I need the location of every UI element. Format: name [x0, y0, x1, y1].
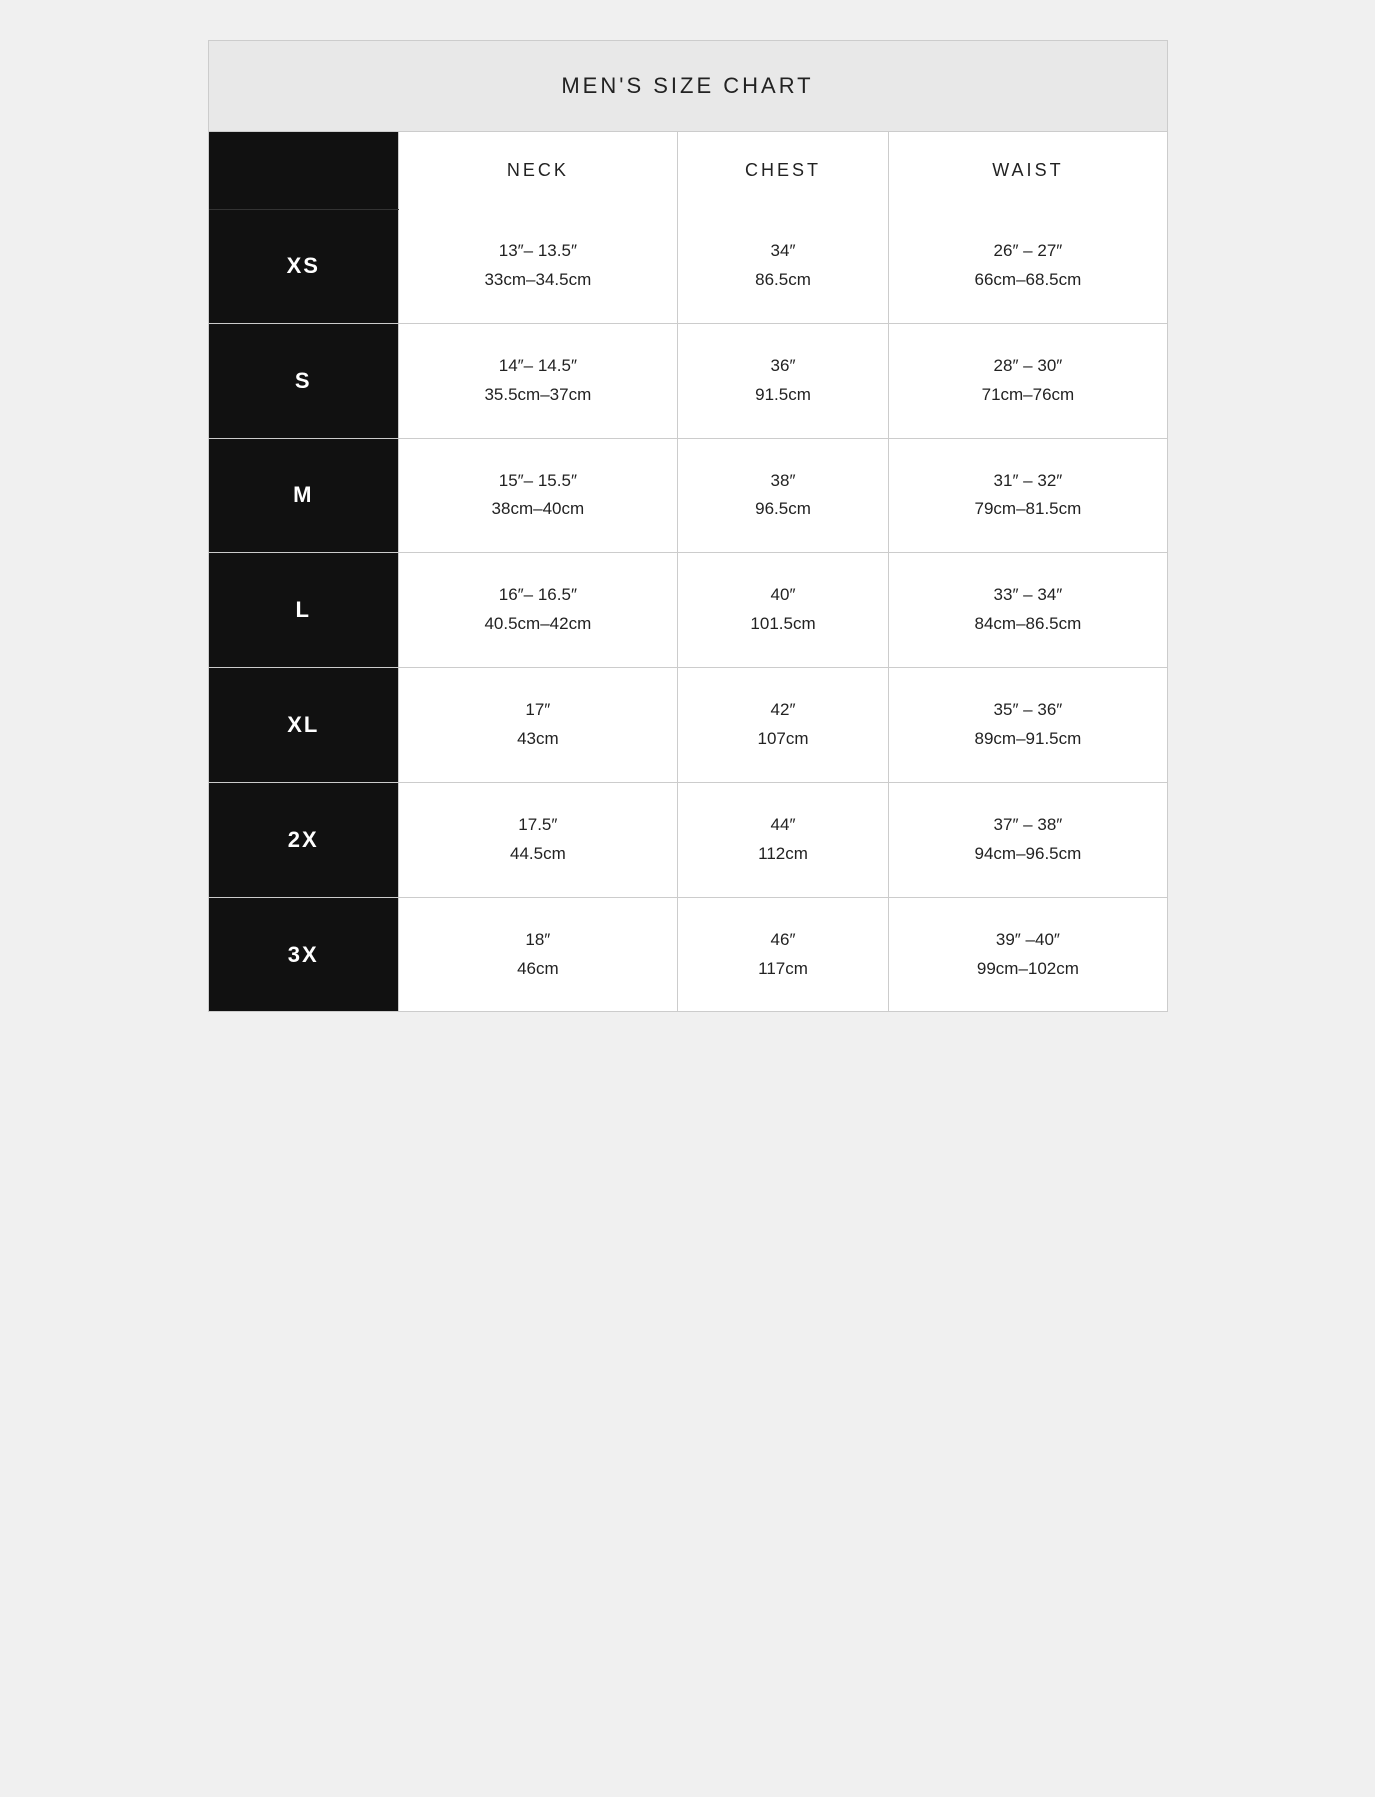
size-label: XS	[209, 209, 399, 323]
neck-measurement: 15″– 15.5″38cm–40cm	[399, 438, 678, 553]
neck-measurement: 14″– 14.5″35.5cm–37cm	[399, 323, 678, 438]
table-row: S14″– 14.5″35.5cm–37cm36″91.5cm28″ – 30″…	[209, 323, 1167, 438]
chest-measurement: 38″96.5cm	[677, 438, 889, 553]
neck-measurement: 16″– 16.5″40.5cm–42cm	[399, 553, 678, 668]
neck-measurement: 13″– 13.5″33cm–34.5cm	[399, 209, 678, 323]
size-label: S	[209, 323, 399, 438]
waist-measurement: 28″ – 30″71cm–76cm	[889, 323, 1167, 438]
table-row: 2X17.5″44.5cm44″112cm37″ – 38″94cm–96.5c…	[209, 782, 1167, 897]
chest-measurement: 40″101.5cm	[677, 553, 889, 668]
waist-measurement: 35″ – 36″89cm–91.5cm	[889, 668, 1167, 783]
header-waist: WAIST	[889, 132, 1167, 209]
waist-measurement: 26″ – 27″66cm–68.5cm	[889, 209, 1167, 323]
header-neck: NECK	[399, 132, 678, 209]
neck-measurement: 17″43cm	[399, 668, 678, 783]
waist-measurement: 37″ – 38″94cm–96.5cm	[889, 782, 1167, 897]
size-label: L	[209, 553, 399, 668]
table-row: XL17″43cm42″107cm35″ – 36″89cm–91.5cm	[209, 668, 1167, 783]
size-label: 2X	[209, 782, 399, 897]
table-row: XS13″– 13.5″33cm–34.5cm34″86.5cm26″ – 27…	[209, 209, 1167, 323]
header-row: NECK CHEST WAIST	[209, 132, 1167, 209]
header-size-cell	[209, 132, 399, 209]
chest-measurement: 44″112cm	[677, 782, 889, 897]
chest-measurement: 34″86.5cm	[677, 209, 889, 323]
chest-measurement: 42″107cm	[677, 668, 889, 783]
header-chest: CHEST	[677, 132, 889, 209]
size-label: 3X	[209, 897, 399, 1011]
table-row: 3X18″46cm46″117cm39″ –40″99cm–102cm	[209, 897, 1167, 1011]
waist-measurement: 33″ – 34″84cm–86.5cm	[889, 553, 1167, 668]
neck-measurement: 17.5″44.5cm	[399, 782, 678, 897]
waist-measurement: 31″ – 32″79cm–81.5cm	[889, 438, 1167, 553]
table-row: M15″– 15.5″38cm–40cm38″96.5cm31″ – 32″79…	[209, 438, 1167, 553]
chart-title-row: MEN'S SIZE CHART	[209, 41, 1167, 132]
waist-measurement: 39″ –40″99cm–102cm	[889, 897, 1167, 1011]
chest-measurement: 46″117cm	[677, 897, 889, 1011]
chest-measurement: 36″91.5cm	[677, 323, 889, 438]
neck-measurement: 18″46cm	[399, 897, 678, 1011]
size-chart: MEN'S SIZE CHART NECK CHEST WAIST XS13″–…	[208, 40, 1168, 1012]
size-label: M	[209, 438, 399, 553]
chart-title: MEN'S SIZE CHART	[561, 73, 813, 98]
size-label: XL	[209, 668, 399, 783]
table-row: L16″– 16.5″40.5cm–42cm40″101.5cm33″ – 34…	[209, 553, 1167, 668]
size-table: NECK CHEST WAIST XS13″– 13.5″33cm–34.5cm…	[209, 132, 1167, 1011]
